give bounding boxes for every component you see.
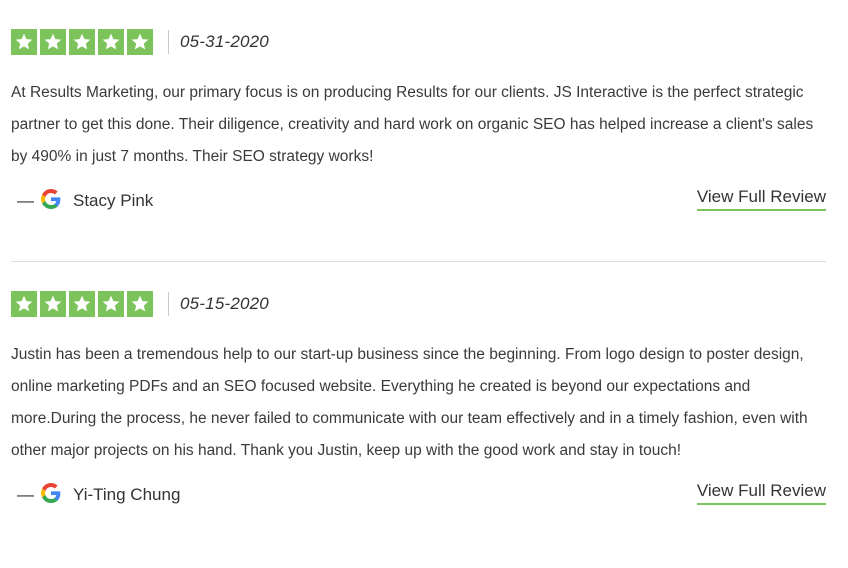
- star-icon: [69, 291, 95, 317]
- star-rating: [11, 291, 153, 317]
- review-text: At Results Marketing, our primary focus …: [11, 84, 814, 165]
- review-text: Justin has been a tremendous help to our…: [11, 346, 808, 459]
- author-dash: —: [17, 485, 34, 504]
- star-icon: [98, 29, 124, 55]
- star-icon: [11, 291, 37, 317]
- star-icon: [40, 29, 66, 55]
- review-separator: [11, 261, 826, 262]
- author-name: Yi-Ting Chung: [73, 485, 181, 504]
- reviews-list: 05-31-2020 At Results Marketing, our pri…: [0, 0, 848, 568]
- author-row: — Stacy Pink View Full Review: [11, 185, 826, 217]
- rating-divider: [168, 30, 169, 54]
- star-icon: [127, 291, 153, 317]
- google-icon: [41, 482, 61, 508]
- author-row: — Yi-Ting Chung View Full Review: [11, 479, 826, 511]
- google-icon: [41, 188, 61, 214]
- star-icon: [11, 29, 37, 55]
- star-icon: [40, 291, 66, 317]
- rating-divider: [168, 292, 169, 316]
- star-icon: [69, 29, 95, 55]
- rating-row: 05-15-2020: [11, 291, 826, 317]
- rating-row: 05-31-2020: [11, 29, 826, 55]
- star-rating: [11, 29, 153, 55]
- review-date: 05-31-2020: [180, 32, 269, 51]
- star-icon: [127, 29, 153, 55]
- review-card: 05-15-2020 Justin has been a tremendous …: [11, 291, 826, 511]
- author-name: Stacy Pink: [73, 191, 154, 210]
- author-dash: —: [17, 191, 34, 210]
- star-icon: [98, 291, 124, 317]
- review-card: 05-31-2020 At Results Marketing, our pri…: [11, 29, 826, 217]
- view-full-review-link[interactable]: View Full Review: [696, 481, 826, 505]
- view-full-review-link[interactable]: View Full Review: [696, 187, 826, 211]
- review-date: 05-15-2020: [180, 294, 269, 313]
